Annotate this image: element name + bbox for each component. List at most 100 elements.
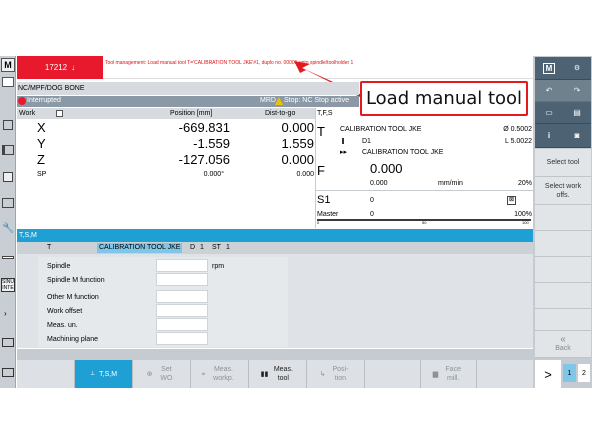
right-softkey-4[interactable] xyxy=(535,231,591,257)
page-2-button[interactable]: 2 xyxy=(578,364,590,382)
dtg-x: 0.000 xyxy=(281,120,314,135)
wrench-icon[interactable]: 🔧 xyxy=(2,224,14,234)
scale-50: 50 xyxy=(422,220,427,225)
page-1-button[interactable]: 1 xyxy=(563,364,576,382)
program-path: NC/MPF/DOG BONE xyxy=(18,85,85,92)
grid-icon-button[interactable]: ⚙ xyxy=(563,57,591,80)
tfs-tool: CALIBRATION TOOL JKE xyxy=(340,126,422,133)
stop-status: Stop: NC Stop active xyxy=(284,97,349,104)
tfs-diameter: Ø 0.5002 xyxy=(503,126,532,133)
axis-z: Z xyxy=(37,152,45,167)
set-wo-icon: ⊕ xyxy=(146,370,153,378)
tsm-machining-plane: Machining plane xyxy=(47,336,98,343)
select-tool-button[interactable]: Select tool xyxy=(535,149,591,177)
other-m-input[interactable] xyxy=(156,290,208,303)
tfs-s-label: S1 xyxy=(317,194,331,206)
panel-button[interactable]: ▤ xyxy=(563,102,591,124)
work-checkbox[interactable] xyxy=(56,110,63,117)
camera-icon: ◙ xyxy=(574,131,580,140)
tsm-other-m: Other M function xyxy=(47,294,99,301)
pos-x: -669.831 xyxy=(178,120,230,135)
window-button[interactable]: ▭ xyxy=(535,102,563,124)
camera-button[interactable]: ◙ xyxy=(563,124,591,148)
tfs-divider xyxy=(316,190,533,191)
m-logo-icon[interactable]: M xyxy=(1,58,15,72)
softkey-tsm[interactable]: ⊥ T,S,M xyxy=(75,360,133,388)
meas-workp-icon: ⌖ xyxy=(201,370,206,378)
window-icon: ▭ xyxy=(545,108,553,117)
undo-icon: ↶ xyxy=(545,86,553,95)
info-icon: i xyxy=(547,131,551,140)
softkey-face-mill[interactable]: ▆ Face mill. xyxy=(421,360,477,388)
tsm-tool: CALIBRATION TOOL JKE xyxy=(99,244,181,251)
col-work: Work xyxy=(19,110,36,117)
softkey-meas-workp[interactable]: ⌖ Meas. workp. xyxy=(191,360,249,388)
meas-un-input[interactable] xyxy=(156,318,208,331)
tfs-d: D1 xyxy=(362,138,371,145)
spindle-m-input[interactable] xyxy=(156,273,208,286)
work-offset-input[interactable] xyxy=(156,304,208,317)
m-icon: M xyxy=(542,62,556,74)
softkey-empty-2[interactable] xyxy=(477,360,533,388)
scale-0: 0 xyxy=(317,220,320,225)
right-softkey-7[interactable] xyxy=(535,309,591,331)
tool-icon[interactable] xyxy=(2,198,14,208)
axis-x: X xyxy=(37,120,46,135)
softkey-position[interactable]: ↳ Posi- tion xyxy=(307,360,365,388)
sinu-icon[interactable]: SINU INTE xyxy=(1,278,15,292)
tsm-spindle-m: Spindle M function xyxy=(47,277,105,284)
face-mill-icon: ▆ xyxy=(432,370,439,378)
tfs-length: L 5.0022 xyxy=(505,138,532,145)
softkey-empty-1[interactable] xyxy=(365,360,421,388)
pos-sp: 0.000° xyxy=(203,171,224,178)
pos-y: -1.559 xyxy=(193,136,230,151)
tfs-feed-pct: 20% xyxy=(517,180,532,187)
machine-icon[interactable] xyxy=(2,145,14,155)
alarm-number-box[interactable]: 17212 ↓ xyxy=(17,56,103,79)
right-softkey-6[interactable] xyxy=(535,283,591,309)
tsm-d-val[interactable]: 1 xyxy=(200,243,204,253)
arrow-right-icon[interactable]: › xyxy=(4,310,12,318)
softkey-blank-left[interactable] xyxy=(17,360,75,388)
screen-icon-2[interactable] xyxy=(2,368,14,377)
tsm-st-label: ST xyxy=(212,244,221,251)
program-status: Interrupted xyxy=(27,97,61,104)
back-button[interactable]: «Back xyxy=(535,331,591,358)
tsm-title: T,S,M xyxy=(19,232,37,239)
tfs-feed2: 0.000 xyxy=(370,180,388,187)
select-work-offs-button[interactable]: Select work offs. xyxy=(535,177,591,205)
callout-text: Load manual tool xyxy=(365,88,523,109)
pos-z: -127.056 xyxy=(178,152,230,167)
dtg-sp: 0.000 xyxy=(296,171,314,178)
softkey-meas-tool[interactable]: ▮▮ Meas. tool xyxy=(249,360,307,388)
mirror-icon[interactable] xyxy=(3,172,13,182)
tfs-f-label: F xyxy=(317,163,325,178)
dtg-y: 1.559 xyxy=(281,136,314,151)
next-page-button[interactable]: > xyxy=(535,360,561,388)
next-tool-icon: ▸▸ xyxy=(340,149,348,156)
scale-100: 100 xyxy=(522,220,529,225)
spindle-input[interactable] xyxy=(156,259,208,272)
tsm-softkey-icon: ⊥ xyxy=(89,370,96,377)
split-icon[interactable] xyxy=(2,256,14,259)
machining-plane-input[interactable] xyxy=(156,332,208,345)
softkey-set-wo[interactable]: ⊕ Set WO xyxy=(133,360,191,388)
redo-button[interactable]: ↷ xyxy=(563,80,591,102)
warning-icon xyxy=(275,97,283,105)
tsm-d-label: D xyxy=(190,244,196,251)
tsm-work-offset: Work offset xyxy=(47,308,83,315)
group-icon[interactable] xyxy=(3,120,13,130)
screen-icon[interactable] xyxy=(2,338,14,347)
info-button[interactable]: i xyxy=(535,124,563,148)
col-dtg: Dist-to-go xyxy=(265,110,296,117)
axis-y: Y xyxy=(37,136,46,151)
right-softkey-3[interactable] xyxy=(535,205,591,231)
undo-button[interactable]: ↶ xyxy=(535,80,563,102)
right-softkey-5[interactable] xyxy=(535,257,591,283)
tsm-st-val[interactable]: 1 xyxy=(226,243,230,253)
interrupted-icon xyxy=(18,97,26,105)
m-icon-button[interactable]: M xyxy=(535,57,563,80)
tfs-next-tool: CALIBRATION TOOL JKE xyxy=(362,149,444,156)
axis-sp: SP xyxy=(37,171,47,178)
edit-icon[interactable] xyxy=(2,77,14,87)
